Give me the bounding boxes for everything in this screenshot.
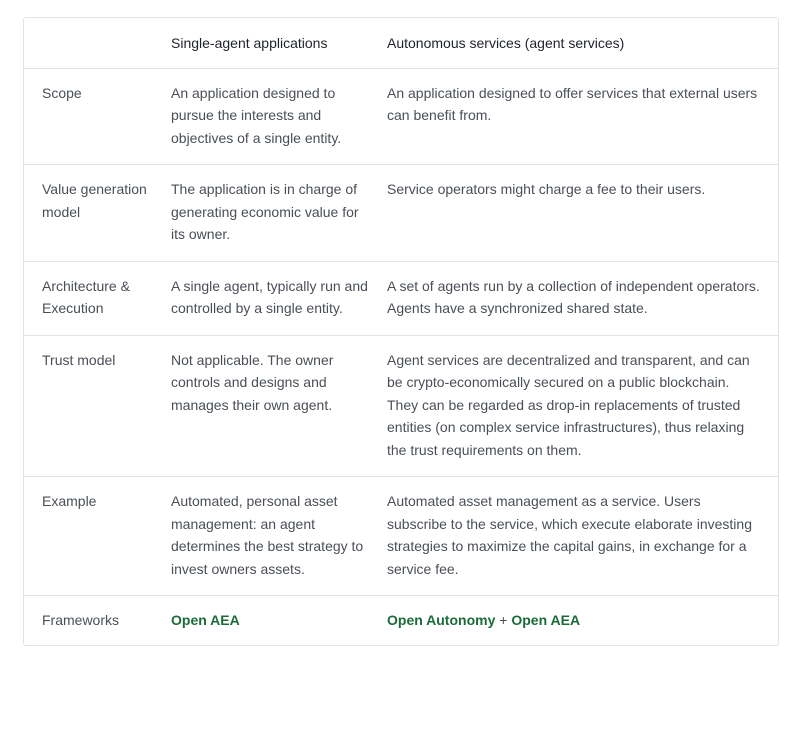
single-agent-cell: An application designed to pursue the in… (154, 68, 376, 165)
services-cell: An application designed to offer service… (376, 68, 778, 165)
row-label: Value generation model (24, 164, 154, 262)
open-autonomy-link[interactable]: Open Autonomy (387, 612, 495, 628)
header-autonomous-services: Autonomous services (agent services) (376, 18, 778, 69)
single-agent-cell: The application is in charge of generati… (154, 164, 376, 262)
comparison-table-container: Single-agent applications Autonomous ser… (23, 17, 779, 646)
table-header-row: Single-agent applications Autonomous ser… (24, 18, 778, 69)
row-label: Scope (24, 68, 154, 165)
table-row-architecture: Architecture & Execution A single agent,… (24, 261, 778, 336)
services-cell: Automated asset management as a service.… (376, 476, 778, 596)
services-cell: Service operators might charge a fee to … (376, 164, 778, 262)
table-row-scope: Scope An application designed to pursue … (24, 68, 778, 165)
open-aea-link[interactable]: Open AEA (171, 612, 240, 628)
row-label: Frameworks (42, 612, 120, 628)
comparison-table: Single-agent applications Autonomous ser… (24, 18, 778, 645)
open-aea-link-2[interactable]: Open AEA (511, 612, 580, 628)
header-single-agent: Single-agent applications (154, 18, 376, 69)
table-row-value-generation: Value generation model The application i… (24, 164, 778, 262)
table-row-trust-model: Trust model Not applicable. The owner co… (24, 335, 778, 477)
services-cell: Agent services are decentralized and tra… (376, 335, 778, 477)
header-empty-cell (24, 18, 154, 69)
single-agent-cell: Open AEA (154, 596, 376, 645)
row-label: Trust model (24, 335, 154, 477)
row-label: Architecture & Execution (24, 261, 154, 336)
plus-separator: + (495, 612, 512, 628)
single-agent-cell: Not applicable. The owner controls and d… (154, 335, 376, 477)
single-agent-cell: Automated, personal asset management: an… (154, 476, 376, 596)
services-cell: Open Autonomy + Open AEA (376, 596, 778, 645)
single-agent-cell: A single agent, typically run and contro… (154, 261, 376, 336)
table-row-example: Example Automated, personal asset manage… (24, 476, 778, 596)
row-label: Example (24, 476, 154, 596)
services-cell: A set of agents run by a collection of i… (376, 261, 778, 336)
table-row-frameworks: Frameworks Open AEA Open Autonomy + Open… (24, 596, 778, 645)
